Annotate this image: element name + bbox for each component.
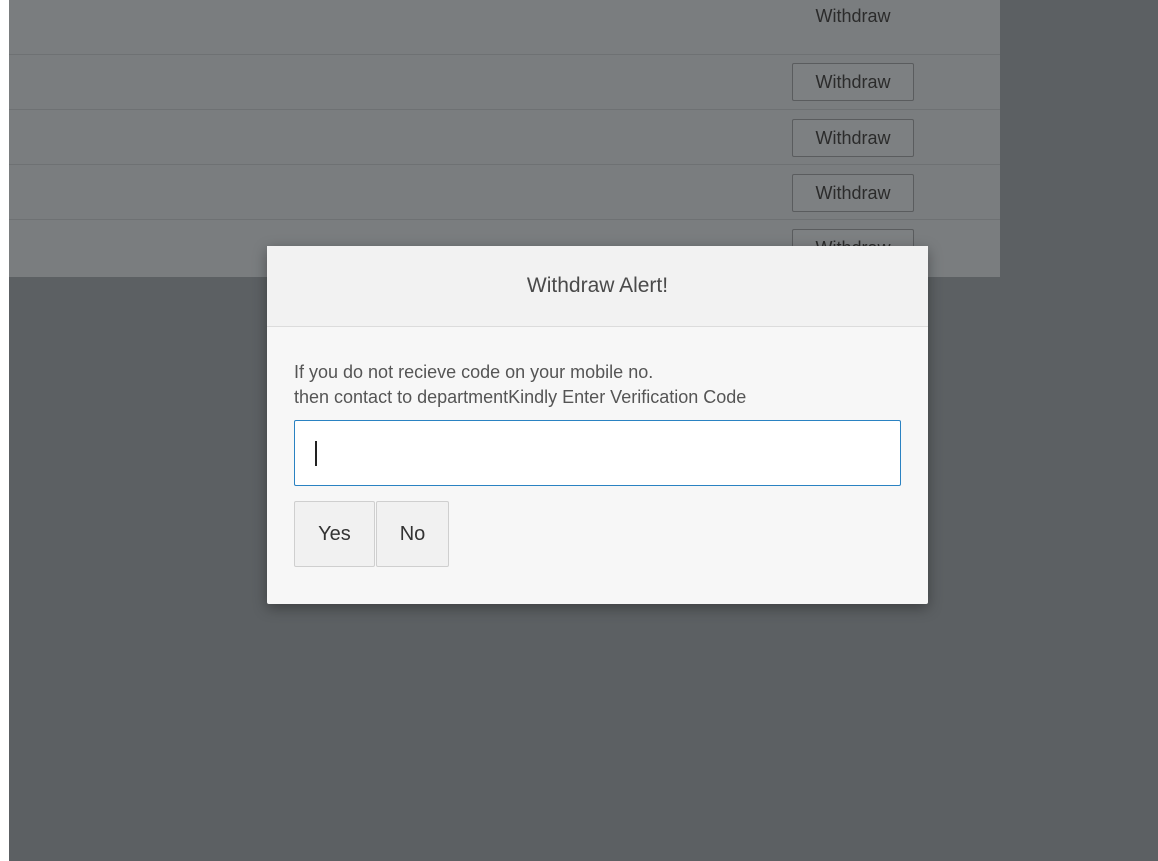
header-action-label: Withdraw <box>815 6 891 26</box>
withdraw-alert-dialog: Withdraw Alert! If you do not recieve co… <box>267 246 928 604</box>
dialog-title: Withdraw Alert! <box>267 246 928 327</box>
yes-button[interactable]: Yes <box>294 501 375 567</box>
dialog-actions: Yes No <box>294 501 901 567</box>
withdraw-button[interactable]: Withdraw <box>792 174 914 212</box>
table-row: Withdraw <box>9 110 1000 165</box>
table-row: Withdraw <box>9 55 1000 110</box>
background-table: Withdraw Withdraw Withdraw Withdraw With… <box>9 0 1000 277</box>
table-header-row: Withdraw <box>9 0 1000 55</box>
page-viewport: Withdraw Withdraw Withdraw Withdraw With… <box>9 0 1158 861</box>
dialog-message: If you do not recieve code on your mobil… <box>294 360 901 410</box>
table-row: Withdraw <box>9 165 1000 220</box>
verification-code-input[interactable] <box>294 420 901 486</box>
text-caret <box>315 441 317 466</box>
withdraw-button[interactable]: Withdraw <box>792 119 914 157</box>
message-line-2: then contact to departmentKindly Enter V… <box>294 387 747 407</box>
dialog-body: If you do not recieve code on your mobil… <box>267 327 928 567</box>
message-line-1: If you do not recieve code on your mobil… <box>294 362 654 382</box>
withdraw-button[interactable]: Withdraw <box>792 63 914 101</box>
no-button[interactable]: No <box>376 501 449 567</box>
